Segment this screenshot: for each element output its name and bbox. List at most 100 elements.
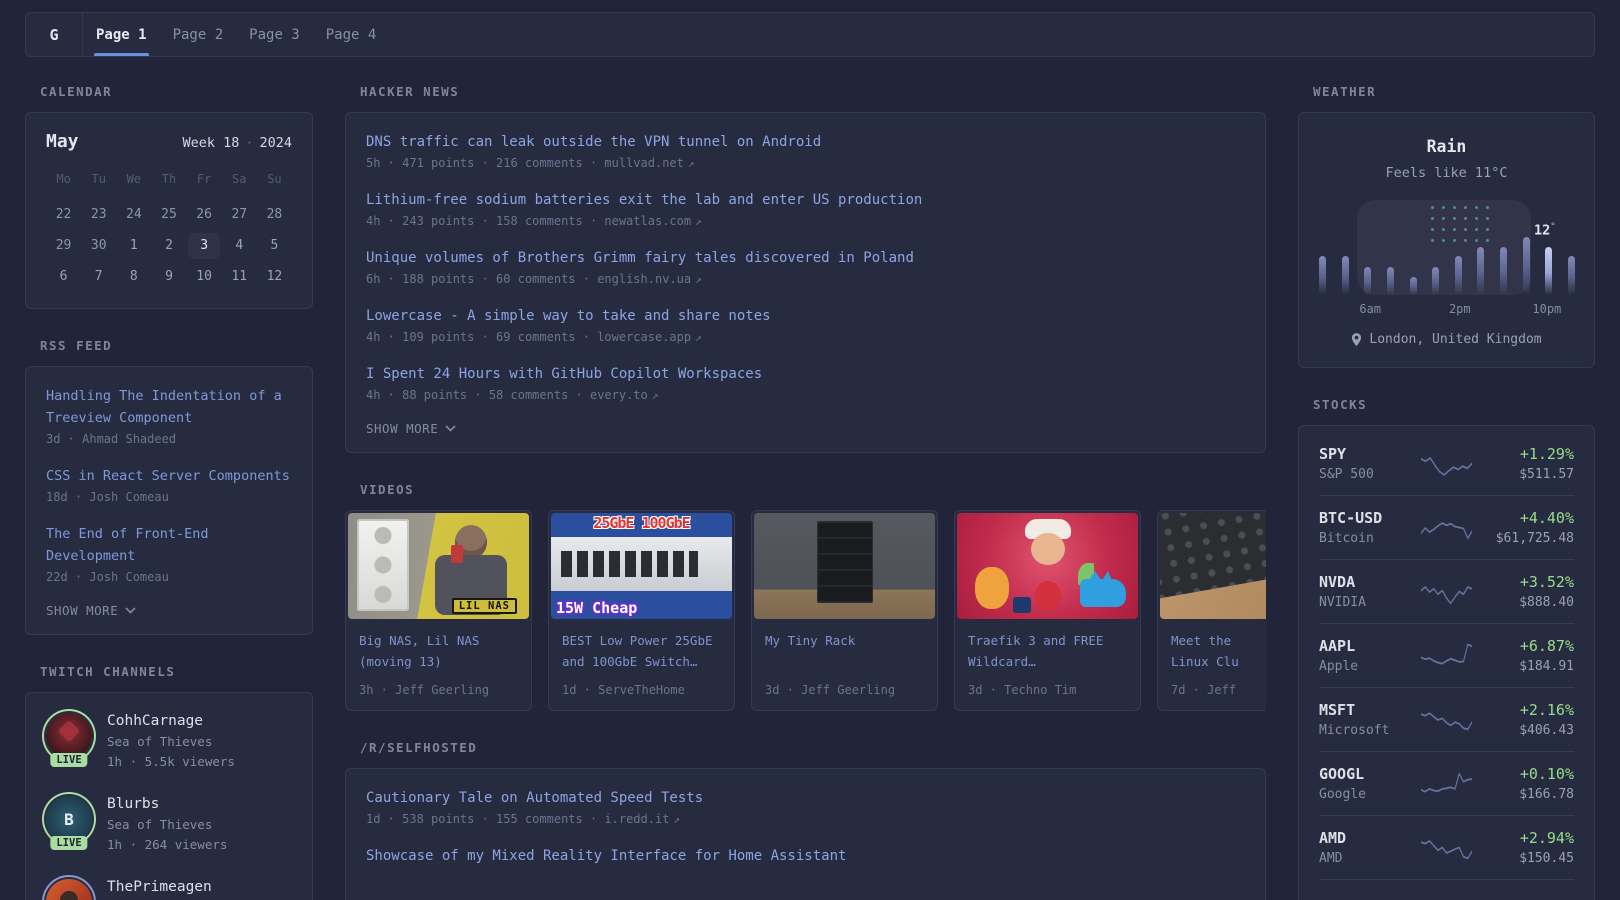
show-more-label: SHOW MORE [366,421,438,436]
stock-values: +2.94%$150.45 [1482,829,1574,866]
reddit-item-meta-text: 1d · 538 points · 155 comments · i.redd.… [366,812,669,826]
hn-item-title: I Spent 24 Hours with GitHub Copilot Wor… [366,366,762,382]
live-badge: LIVE [50,753,87,767]
reddit-item-meta: 1d · 538 points · 155 comments · i.redd.… [366,812,1245,826]
twitch-avatar-wrap: LIVE [46,713,92,759]
stock-change: +2.16% [1482,701,1574,719]
degree-mark: ° [1550,222,1555,232]
rss-item-meta: 3d · Ahmad Shadeed [46,432,292,446]
stock-price: $61,725.48 [1482,531,1574,546]
video-thumbnail[interactable]: 25GbE 100GbE 15W Cheap [551,513,732,619]
stock-id: NVDANVIDIA [1319,573,1411,610]
video-title: Big NAS, Lil NAS (moving 13) [359,630,518,672]
rss-item-link[interactable]: Handling The Indentation of a Treeview C… [46,385,292,429]
hn-item-meta-text: 4h · 88 points · 58 comments · every.to [366,388,648,402]
hn-item-link[interactable]: I Spent 24 Hours with GitHub Copilot Wor… [366,363,1245,385]
stock-row[interactable]: AMDAMD +2.94%$150.45 [1319,815,1574,879]
rss-item: CSS in React Server Components 18d · Jos… [46,465,292,504]
thumbnail-text: LIL NAS [452,598,517,614]
calendar-day: 6 [48,264,80,290]
stock-values: +6.87%$184.91 [1482,637,1574,674]
external-link-icon: ↗ [652,389,659,402]
video-card-body: Meet the Linux Clu 7d · Jeff [1158,621,1266,710]
calendar-title: CALENDAR [40,84,313,99]
dashboard-grid: CALENDAR May Week 18 · 2024 Mo Tu We Th … [0,84,1620,900]
video-card[interactable]: 25GbE 100GbE 15W Cheap BEST Low Power 25… [548,510,735,711]
hackernews-title: HACKER NEWS [360,84,1266,99]
calendar-day: 24 [118,202,150,228]
rss-item-title: The End of Front-End Development [46,526,209,564]
stock-name: NVIDIA [1319,595,1411,610]
weekday-label: Su [257,172,292,186]
video-title: BEST Low Power 25GbE and 100GbE Switch… [562,630,721,672]
rss-show-more-button[interactable]: SHOW MORE [46,603,292,618]
calendar-day: 25 [153,202,185,228]
twitch-channel-name: ThePrimeagen [107,877,212,898]
live-badge: LIVE [50,836,87,850]
weather-bar [1364,267,1371,295]
stock-name: S&P 500 [1319,467,1411,482]
weather-location-row[interactable]: London, United Kingdom [1319,332,1574,347]
tab-page-1[interactable]: Page 1 [83,13,160,56]
twitch-channel-row[interactable]: ThePrimeagen [46,877,292,900]
video-thumbnail[interactable] [957,513,1138,619]
hn-item-link[interactable]: Lowercase - A simple way to take and sha… [366,305,1245,327]
weekday-label: We [116,172,151,186]
calendar-widget: CALENDAR May Week 18 · 2024 Mo Tu We Th … [25,84,313,309]
separator-dot: · [245,135,253,151]
rss-item-title: Handling The Indentation of a Treeview C… [46,388,282,426]
video-thumbnail[interactable]: FA [1160,513,1266,619]
tab-page-4[interactable]: Page 4 [313,13,390,56]
stock-row[interactable]: GOOGLGoogle +0.10%$166.78 [1319,751,1574,815]
thumbnail-text: 15W Cheap [556,599,637,617]
stock-row[interactable]: RDDT -1.65% [1319,879,1574,900]
tab-page-3[interactable]: Page 3 [236,13,313,56]
avatar-letter: B [64,810,74,829]
stocks-title: STOCKS [1313,397,1595,412]
weather-bar [1568,256,1575,295]
stock-row[interactable]: AAPLApple +6.87%$184.91 [1319,623,1574,687]
stock-change: +0.10% [1482,765,1574,783]
weekday-label: Th [151,172,186,186]
calendar-day: 9 [153,264,185,290]
twitch-channel-info: ThePrimeagen [107,877,212,900]
rss-item-link[interactable]: The End of Front-End Development [46,523,292,567]
hn-item-title: DNS traffic can leak outside the VPN tun… [366,134,821,150]
tab-page-2[interactable]: Page 2 [160,13,237,56]
stock-values: +3.52%$888.40 [1482,573,1574,610]
rss-item-link[interactable]: CSS in React Server Components [46,465,292,487]
stock-row[interactable]: SPYS&P 500 +1.29%$511.57 [1319,432,1574,495]
twitch-channel-viewers: 1h · 5.5k viewers [107,752,235,772]
stock-price: $166.78 [1482,787,1574,802]
middle-column: HACKER NEWS DNS traffic can leak outside… [345,84,1266,900]
hn-item-link[interactable]: Unique volumes of Brothers Grimm fairy t… [366,247,1245,269]
video-thumbnail[interactable]: LIL NAS [348,513,529,619]
stock-row[interactable]: NVDANVIDIA +3.52%$888.40 [1319,559,1574,623]
video-card[interactable]: Traefik 3 and FREE Wildcard… 3d · Techno… [954,510,1141,711]
hn-item-link[interactable]: DNS traffic can leak outside the VPN tun… [366,131,1245,153]
hn-item-link[interactable]: Lithium-free sodium batteries exit the l… [366,189,1245,211]
video-card[interactable]: LIL NAS Big NAS, Lil NAS (moving 13) 3h … [345,510,532,711]
twitch-channel-row[interactable]: LIVE CohhCarnage Sea of Thieves 1h · 5.5… [46,711,292,772]
calendar-day: 10 [188,264,220,290]
weekday-label: Mo [46,172,81,186]
weather-bar [1387,267,1394,295]
video-card[interactable]: FA Meet the Linux Clu 7d · Jeff [1157,510,1266,711]
hn-show-more-button[interactable]: SHOW MORE [366,421,1245,436]
twitch-channel-row[interactable]: B LIVE Blurbs Sea of Thieves 1h · 264 vi… [46,794,292,855]
stock-price: $406.43 [1482,723,1574,738]
stock-sparkline [1421,447,1472,481]
hn-item-meta: 6h · 188 points · 60 comments · english.… [366,272,1245,286]
video-thumbnail[interactable] [754,513,935,619]
calendar-day: 4 [223,233,255,259]
video-card[interactable]: My Tiny Rack 3d · Jeff Geerling [751,510,938,711]
app-logo[interactable]: G [26,13,83,56]
weekday-label: Fr [187,172,222,186]
stock-row[interactable]: BTC-USDBitcoin +4.40%$61,725.48 [1319,495,1574,559]
reddit-item-link[interactable]: Cautionary Tale on Automated Speed Tests [366,787,1245,809]
weather-feels-like: Feels like 11°C [1319,165,1574,181]
twitch-channel-viewers: 1h · 264 viewers [107,835,227,855]
stock-row[interactable]: MSFTMicrosoft +2.16%$406.43 [1319,687,1574,751]
reddit-item-link[interactable]: Showcase of my Mixed Reality Interface f… [366,845,1245,867]
weather-condition: Rain [1319,137,1574,156]
